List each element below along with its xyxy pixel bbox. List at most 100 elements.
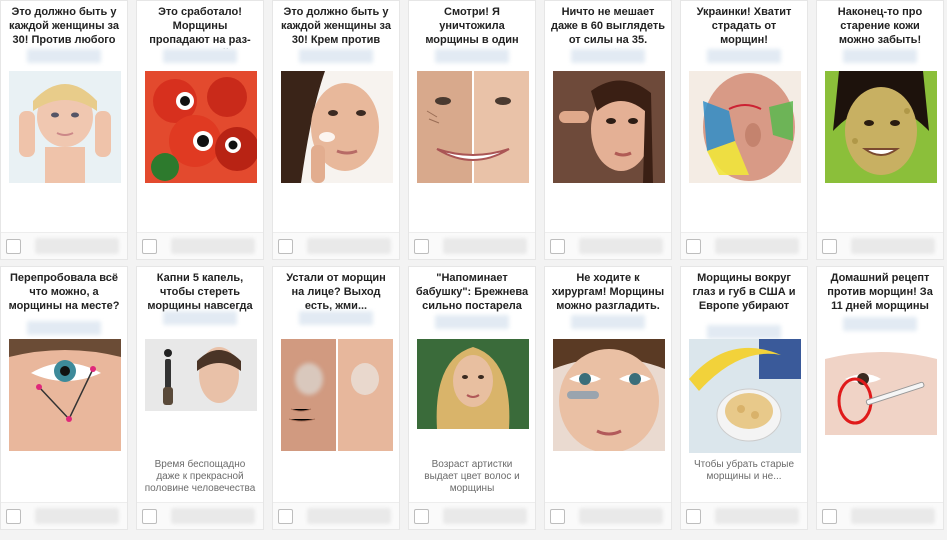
ad-title[interactable]: Смотри! Я уничтожила морщины в один миг,… [415, 5, 529, 49]
ad-domain-blurred [299, 49, 373, 63]
ad-footer [409, 502, 535, 529]
ad-title[interactable]: "Напоминает бабушку": Брежнева сильно по… [415, 271, 529, 315]
ad-footer-blurred [307, 238, 391, 254]
ad-title[interactable]: Не ходите к хирургам! Морщины можно разг… [551, 271, 665, 315]
ad-title[interactable]: Это должно быть у каждой женщины за 30! … [7, 5, 121, 49]
ad-domain-blurred [163, 49, 237, 63]
ad-description: Возраст артистки выдает цвет волос и мор… [424, 459, 520, 494]
ad-checkbox[interactable] [686, 509, 701, 524]
ad-checkbox[interactable] [550, 239, 565, 254]
ad-checkbox[interactable] [6, 509, 21, 524]
ad-title[interactable]: Морщины вокруг глаз и губ в США и Европе… [687, 271, 801, 315]
ad-title[interactable]: Капни 5 капель, чтобы стереть морщины на… [143, 271, 257, 315]
face-zones-diagram-photo[interactable] [689, 71, 801, 183]
ad-card[interactable]: Ничто не мешает даже в 60 выглядеть от с… [544, 0, 672, 260]
ad-footer-blurred [35, 508, 119, 524]
ad-domain-blurred [27, 49, 101, 63]
ad-card[interactable]: "Напоминает бабушку": Брежнева сильно по… [408, 266, 536, 530]
ad-checkbox[interactable] [550, 509, 565, 524]
ad-title[interactable]: Украинки! Хватит страдать от морщин! Инн… [687, 5, 801, 49]
ad-card[interactable]: Это сработало! Морщины пропадают на раз-… [136, 0, 264, 260]
ad-footer-blurred [443, 238, 527, 254]
ad-footer [817, 502, 943, 529]
ad-footer-blurred [579, 238, 663, 254]
ad-footer [137, 502, 263, 529]
ad-checkbox[interactable] [686, 239, 701, 254]
ad-domain-blurred [435, 49, 509, 63]
ad-footer-blurred [715, 238, 799, 254]
ad-card[interactable]: Смотри! Я уничтожила морщины в один миг,… [408, 0, 536, 260]
ad-card[interactable]: Это должно быть у каждой женщины за 30! … [272, 0, 400, 260]
woman-serum-dropper-photo[interactable] [145, 339, 257, 411]
ad-checkbox[interactable] [414, 239, 429, 254]
ad-card[interactable]: Морщины вокруг глаз и губ в США и Европе… [680, 266, 808, 530]
ad-card[interactable]: Устали от морщин на лице? Выход есть, жм… [272, 266, 400, 530]
ad-checkbox[interactable] [822, 239, 837, 254]
ad-domain-blurred [435, 315, 509, 329]
eye-brush-circle-photo[interactable] [825, 339, 937, 435]
ad-grid: Это должно быть у каждой женщины за 30! … [0, 0, 947, 540]
eye-wrinkle-lines-photo[interactable] [9, 339, 121, 451]
ad-footer [681, 232, 807, 259]
ad-domain-blurred [843, 49, 917, 63]
ad-card[interactable]: Домашний рецепт против морщин! За 11 дне… [816, 266, 944, 530]
ad-title[interactable]: Ничто не мешает даже в 60 выглядеть от с… [551, 5, 665, 49]
ad-footer [137, 232, 263, 259]
ad-domain-blurred [707, 325, 781, 339]
ad-footer-blurred [715, 508, 799, 524]
ad-checkbox[interactable] [278, 509, 293, 524]
ad-footer-blurred [851, 238, 935, 254]
ad-card[interactable]: Украинки! Хватит страдать от морщин! Инн… [680, 0, 808, 260]
ad-title[interactable]: Перепробовала всё что можно, а морщины н… [7, 271, 121, 315]
ad-domain-blurred [707, 49, 781, 63]
ad-title[interactable]: Устали от морщин на лице? Выход есть, жм… [279, 271, 393, 315]
banana-bowl-photo[interactable] [689, 339, 801, 453]
ad-footer [1, 502, 127, 529]
ad-footer-blurred [443, 508, 527, 524]
ad-footer-blurred [171, 238, 255, 254]
woman-temple-photo[interactable] [553, 71, 665, 183]
ad-footer [817, 232, 943, 259]
blonde-woman-photo[interactable] [417, 339, 529, 429]
ad-card[interactable]: Капни 5 капель, чтобы стереть морщины на… [136, 266, 264, 530]
ad-checkbox[interactable] [142, 509, 157, 524]
ad-domain-blurred [843, 317, 917, 331]
before-after-face-photo[interactable] [417, 71, 529, 183]
woman-cheek-cream-photo[interactable] [281, 71, 393, 183]
ad-domain-blurred [571, 49, 645, 63]
ad-footer-blurred [171, 508, 255, 524]
ad-card[interactable]: Не ходите к хирургам! Морщины можно разг… [544, 266, 672, 530]
ad-footer-blurred [851, 508, 935, 524]
ad-footer-blurred [579, 508, 663, 524]
ad-domain-blurred [163, 311, 237, 325]
ad-card[interactable]: Это должно быть у каждой женщины за 30! … [0, 0, 128, 260]
ad-footer [273, 232, 399, 259]
ad-checkbox[interactable] [142, 239, 157, 254]
ad-title[interactable]: Домашний рецепт против морщин! За 11 дне… [823, 271, 937, 315]
ad-description: Чтобы убрать старые морщины и не... [693, 459, 795, 482]
ad-card[interactable]: Наконец-то про старение кожи можно забыт… [816, 0, 944, 260]
ad-domain-blurred [571, 315, 645, 329]
ad-title[interactable]: Это сработало! Морщины пропадают на раз-… [143, 5, 257, 49]
woman-eye-roller-photo[interactable] [553, 339, 665, 451]
ad-description: Время беспощадно даже к прекрасной полов… [144, 459, 256, 494]
ad-checkbox[interactable] [414, 509, 429, 524]
ad-footer [273, 502, 399, 529]
ad-footer-blurred [35, 238, 119, 254]
ad-footer [409, 232, 535, 259]
ad-footer [681, 502, 807, 529]
ad-footer-blurred [307, 508, 391, 524]
woman-face-mask-photo[interactable] [825, 71, 937, 183]
ad-footer [1, 232, 127, 259]
ad-checkbox[interactable] [278, 239, 293, 254]
ad-title[interactable]: Наконец-то про старение кожи можно забыт… [823, 5, 937, 49]
ad-checkbox[interactable] [6, 239, 21, 254]
ad-card[interactable]: Перепробовала всё что можно, а морщины н… [0, 266, 128, 530]
ad-title[interactable]: Это должно быть у каждой женщины за 30! … [279, 5, 393, 49]
ad-footer [545, 502, 671, 529]
guarana-berries-photo[interactable] [145, 71, 257, 183]
woman-face-hands-photo[interactable] [9, 71, 121, 183]
before-after-skin-photo[interactable] [281, 339, 393, 451]
ad-checkbox[interactable] [822, 509, 837, 524]
ad-domain-blurred [27, 321, 101, 335]
